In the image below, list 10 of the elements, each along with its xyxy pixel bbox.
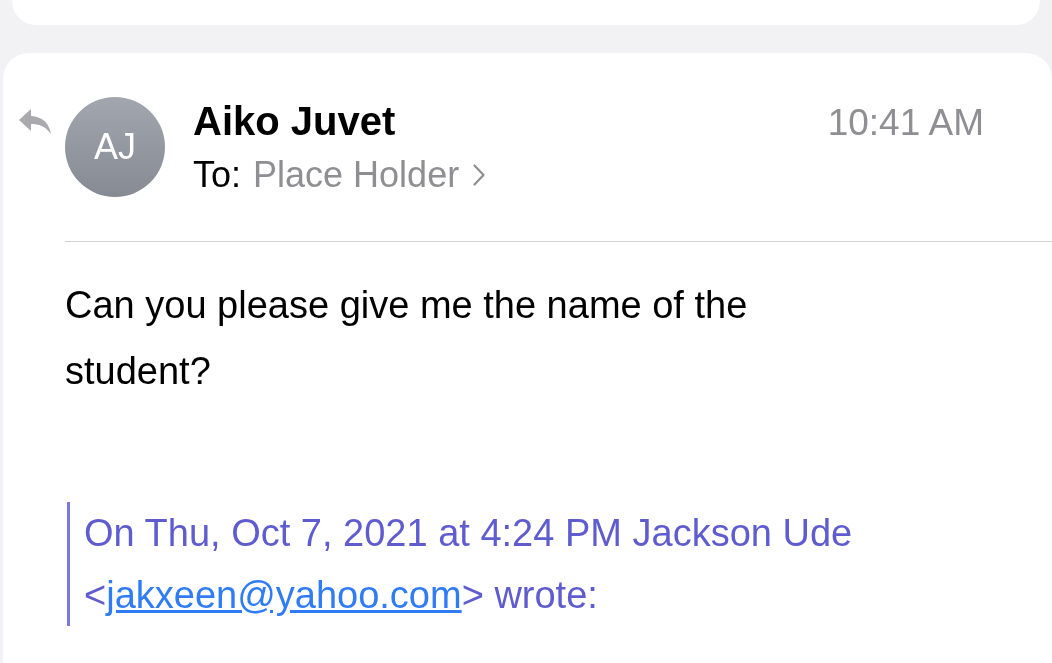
- sender-name: Aiko Juvet: [193, 98, 396, 145]
- email-link[interactable]: jakxeen@yahoo.com: [106, 574, 462, 616]
- message-body: Can you please give me the name of the student?: [65, 283, 749, 394]
- chevron-icon: [473, 164, 486, 186]
- quote-attribution: On Thu, Oct 7, 2021 at 4:24 PM Jackson Ude <jakxeen@yahoo.com> wrote:: [84, 511, 854, 618]
- recipient-row[interactable]: To: Place Holder: [193, 153, 1052, 197]
- avatar: AJ: [65, 97, 165, 197]
- to-label: To:: [193, 153, 242, 197]
- recipient-name: Place Holder: [253, 153, 460, 197]
- message-time: 10:41 AM: [827, 101, 984, 145]
